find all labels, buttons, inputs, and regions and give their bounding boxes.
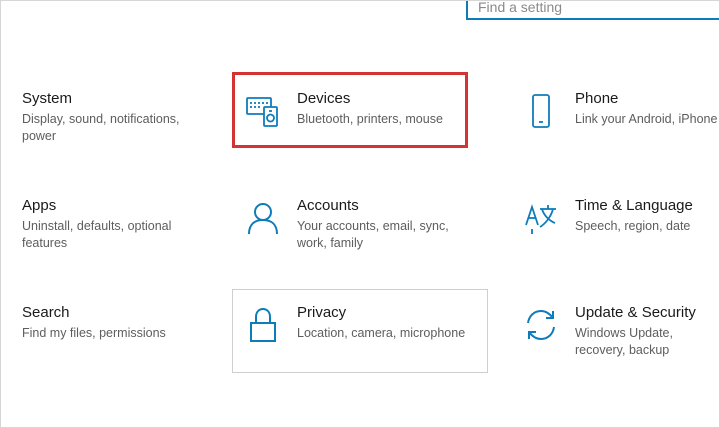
tile-title: System <box>22 90 73 107</box>
tile-description: Uninstall, defaults, optional features <box>22 219 172 250</box>
tile-title: Phone <box>575 90 619 107</box>
tile-description: Your accounts, email, sync, work, family <box>297 219 449 250</box>
tile-title: Apps <box>22 197 57 214</box>
tile-title: Search <box>22 304 70 321</box>
tile-description: Windows Update, recovery, backup <box>575 326 673 357</box>
tile-update-security[interactable]: Update & Security Windows Update, recove… <box>510 294 720 374</box>
tile-title: Privacy <box>297 304 347 321</box>
lock-icon <box>246 308 280 342</box>
tile-system[interactable]: System Display, sound, notifications, po… <box>14 80 214 160</box>
phone-icon <box>524 94 558 128</box>
tile-description: Location, camera, microphone <box>297 326 466 340</box>
time-language-icon <box>524 201 558 235</box>
tile-description: Display, sound, notifications, power <box>22 112 180 143</box>
tile-title: Update & Security <box>575 304 696 321</box>
tile-title: Time & Language <box>575 197 693 214</box>
search-input[interactable] <box>478 0 718 16</box>
tile-description: Speech, region, date <box>575 219 691 233</box>
tile-privacy[interactable]: Privacy Location, camera, microphone <box>232 294 488 372</box>
tile-accounts[interactable]: Accounts Your accounts, email, sync, wor… <box>232 187 488 267</box>
tile-description: Link your Android, iPhone <box>575 112 718 126</box>
tile-time-language[interactable]: Time & Language Speech, region, date <box>510 187 720 267</box>
person-icon <box>246 201 280 235</box>
sync-icon <box>524 308 558 342</box>
tile-description: Find my files, permissions <box>22 326 166 340</box>
tile-search[interactable]: Search Find my files, permissions <box>14 294 214 374</box>
tile-phone[interactable]: Phone Link your Android, iPhone <box>510 80 720 160</box>
search-setting-field[interactable] <box>466 0 720 20</box>
tile-title: Accounts <box>297 197 359 214</box>
tile-apps[interactable]: Apps Uninstall, defaults, optional featu… <box>14 187 214 267</box>
devices-highlight-box <box>232 72 468 148</box>
